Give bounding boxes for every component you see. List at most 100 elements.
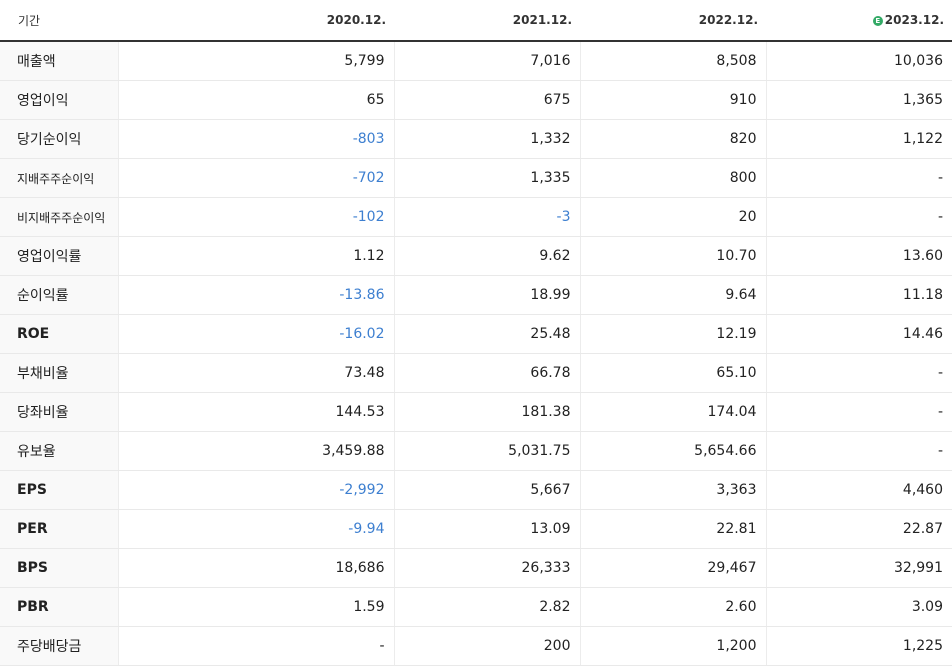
cell-value: 32,991 [765,548,952,588]
cell-value: -803 [117,119,394,159]
financial-summary-table: 기간 2020.12. 2021.12. 2022.12. E 2023.12. … [0,0,952,666]
cell-value: -702 [117,158,394,198]
row-label: ROE [0,314,118,354]
cell-value: 20 [579,197,766,237]
row-label: 영업이익 [0,80,118,120]
cell-value: 14.46 [765,314,952,354]
estimate-icon: E [872,16,883,26]
table-row: 당좌비율 144.53 181.38 174.04 - [0,392,952,432]
row-label: 주당배당금 [0,626,118,666]
row-label: 당좌비율 [0,392,118,432]
cell-value: 66.78 [393,353,580,393]
table-row: PER -9.94 13.09 22.81 22.87 [0,509,952,549]
table-row: 부채비율 73.48 66.78 65.10 - [0,353,952,393]
cell-value: 5,031.75 [393,431,580,471]
cell-value: 8,508 [579,41,766,81]
row-label: PER [0,509,118,549]
header-row: 기간 2020.12. 2021.12. 2022.12. E 2023.12. [0,0,952,42]
period-header-2022: 2022.12. [580,0,766,42]
cell-value: 1,332 [393,119,580,159]
row-label: 유보율 [0,431,118,471]
cell-value: 675 [393,80,580,120]
cell-value: 73.48 [117,353,394,393]
cell-value: 65 [117,80,394,120]
cell-value: -16.02 [117,314,394,354]
cell-value: 11.18 [765,275,952,315]
cell-value: 10,036 [765,41,952,81]
table-row: 유보율 3,459.88 5,031.75 5,654.66 - [0,431,952,471]
table-row: EPS -2,992 5,667 3,363 4,460 [0,470,952,510]
cell-value: - [765,431,952,471]
table-row: 주당배당금 - 200 1,200 1,225 [0,626,952,666]
cell-value: 2.60 [579,587,766,627]
cell-value: 3.09 [765,587,952,627]
cell-value: 800 [579,158,766,198]
table-row: 영업이익률 1.12 9.62 10.70 13.60 [0,236,952,276]
cell-value: 2.82 [393,587,580,627]
cell-value: 910 [579,80,766,120]
cell-value: 820 [579,119,766,159]
row-label: 비지배주주순이익 [0,197,118,237]
cell-value: - [765,353,952,393]
cell-value: - [117,626,394,666]
row-label: 영업이익률 [0,236,118,276]
period-label-header: 기간 [0,0,118,42]
cell-value: - [765,158,952,198]
table-row: 순이익률 -13.86 18.99 9.64 11.18 [0,275,952,315]
cell-value: 9.62 [393,236,580,276]
cell-value: 200 [393,626,580,666]
table-row: 비지배주주순이익 -102 -3 20 - [0,197,952,237]
row-label: 당기순이익 [0,119,118,159]
cell-value: 1,122 [765,119,952,159]
cell-value: -102 [117,197,394,237]
period-header-2023-text: 2023.12. [884,13,944,27]
table-row: BPS 18,686 26,333 29,467 32,991 [0,548,952,588]
cell-value: 1,225 [765,626,952,666]
cell-value: 29,467 [579,548,766,588]
cell-value: 13.09 [393,509,580,549]
cell-value: 1.12 [117,236,394,276]
cell-value: 13.60 [765,236,952,276]
cell-value: 1,365 [765,80,952,120]
cell-value: 26,333 [393,548,580,588]
cell-value: 174.04 [579,392,766,432]
cell-value: 10.70 [579,236,766,276]
cell-value: -3 [393,197,580,237]
cell-value: 5,799 [117,41,394,81]
cell-value: 18.99 [393,275,580,315]
row-label: 지배주주순이익 [0,158,118,198]
table-row: 영업이익 65 675 910 1,365 [0,80,952,120]
cell-value: 25.48 [393,314,580,354]
period-header-2023-estimate: E 2023.12. [766,0,952,42]
cell-value: 144.53 [117,392,394,432]
period-header-2021: 2021.12. [394,0,580,42]
cell-value: 5,667 [393,470,580,510]
cell-value: 1,335 [393,158,580,198]
cell-value: 1.59 [117,587,394,627]
row-label: 부채비율 [0,353,118,393]
period-header-2020: 2020.12. [118,0,394,42]
cell-value: 65.10 [579,353,766,393]
row-label: 매출액 [0,41,118,81]
cell-value: 3,363 [579,470,766,510]
cell-value: 5,654.66 [579,431,766,471]
table-row: PBR 1.59 2.82 2.60 3.09 [0,587,952,627]
row-label: PBR [0,587,118,627]
cell-value: 1,200 [579,626,766,666]
table-row: 지배주주순이익 -702 1,335 800 - [0,158,952,198]
cell-value: - [765,197,952,237]
cell-value: 9.64 [579,275,766,315]
cell-value: - [765,392,952,432]
cell-value: -2,992 [117,470,394,510]
cell-value: 7,016 [393,41,580,81]
table-row: ROE -16.02 25.48 12.19 14.46 [0,314,952,354]
row-label: EPS [0,470,118,510]
cell-value: 12.19 [579,314,766,354]
row-label: 순이익률 [0,275,118,315]
cell-value: 22.81 [579,509,766,549]
table-row: 매출액 5,799 7,016 8,508 10,036 [0,41,952,81]
table-row: 당기순이익 -803 1,332 820 1,122 [0,119,952,159]
cell-value: 3,459.88 [117,431,394,471]
cell-value: 18,686 [117,548,394,588]
cell-value: -13.86 [117,275,394,315]
